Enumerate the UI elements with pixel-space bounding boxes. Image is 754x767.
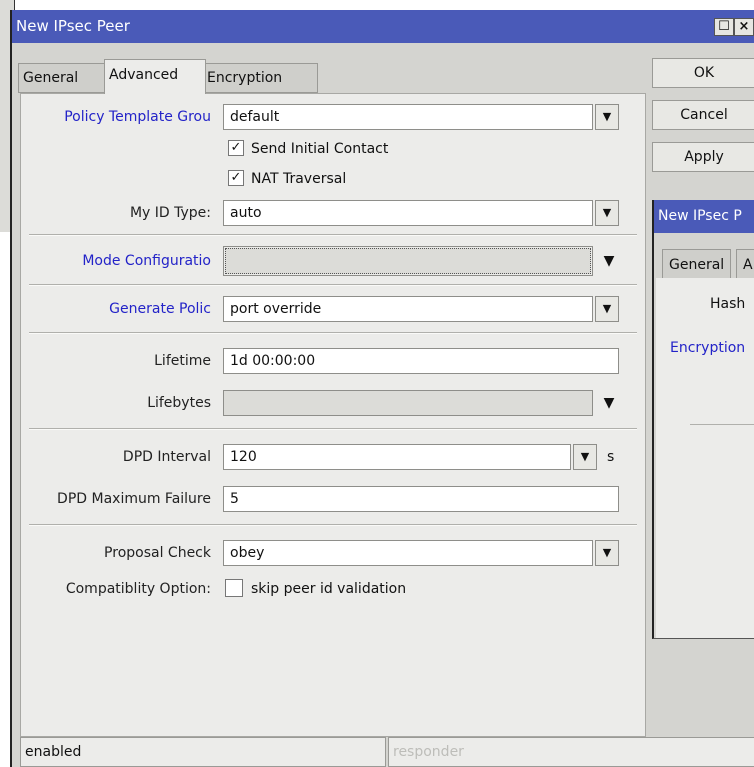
dpd-interval-field[interactable]: 120 xyxy=(223,444,571,470)
second-window-panel: Hash Encryption D xyxy=(656,278,754,638)
send-initial-contact-row: ✓ Send Initial Contact xyxy=(21,134,645,164)
second-window-titlebar[interactable]: New IPsec P xyxy=(654,200,754,233)
status-bar: enabled responder xyxy=(20,737,754,767)
policy-template-group-row: Policy Template Grou default ▼ xyxy=(21,102,645,132)
dpd-max-failures-label: DPD Maximum Failure xyxy=(57,491,211,507)
proposal-check-label: Proposal Check xyxy=(104,545,211,561)
dialog-titlebar[interactable]: New IPsec Peer ☐ × xyxy=(12,10,754,43)
tab-general[interactable]: General xyxy=(18,63,110,93)
generate-policy-label: Generate Polic xyxy=(109,301,211,317)
proposal-check-field[interactable]: obey xyxy=(223,540,593,566)
second-window-title: New IPsec P xyxy=(658,208,742,224)
separator xyxy=(29,428,637,430)
status-responder: responder xyxy=(388,737,754,767)
proposal-check-row: Proposal Check obey ▼ xyxy=(21,538,645,568)
tab-encryption[interactable]: Encryption xyxy=(202,63,318,93)
ok-button[interactable]: OK xyxy=(652,58,754,88)
status-enabled: enabled xyxy=(20,737,386,767)
skip-peer-id-validation-checkbox[interactable] xyxy=(225,579,243,597)
my-id-type-dropdown[interactable]: ▼ xyxy=(595,200,619,226)
close-button[interactable]: × xyxy=(734,18,754,36)
separator xyxy=(29,234,637,236)
dpd-max-failures-row: DPD Maximum Failure 5 xyxy=(21,484,645,514)
second-ipsec-window: New IPsec P General A Hash Encryption D xyxy=(652,200,754,639)
separator xyxy=(29,524,637,526)
lifebytes-field[interactable] xyxy=(223,390,593,416)
lifebytes-dropdown[interactable]: ▼ xyxy=(597,390,621,416)
encryption-label: Encryption xyxy=(670,340,746,356)
mode-configuration-field[interactable] xyxy=(223,246,593,276)
nat-traversal-checkbox[interactable]: ✓ xyxy=(228,170,244,186)
second-tab-advanced[interactable]: A xyxy=(736,249,754,281)
lifebytes-row: Lifebytes ▼ xyxy=(21,388,645,418)
second-tab-general[interactable]: General xyxy=(662,249,732,281)
dpd-interval-unit: s xyxy=(607,449,615,465)
generate-policy-field[interactable]: port override xyxy=(223,296,593,322)
proposal-check-dropdown[interactable]: ▼ xyxy=(595,540,619,566)
skip-peer-id-validation-label: skip peer id validation xyxy=(251,581,407,597)
ipsec-peer-dialog: New IPsec Peer ☐ × General Advanced Encr… xyxy=(10,10,754,767)
lifetime-field[interactable]: 1d 00:00:00 xyxy=(223,348,619,374)
policy-template-group-dropdown[interactable]: ▼ xyxy=(595,104,619,130)
compatibility-options-label: Compatiblity Option: xyxy=(65,581,211,597)
mode-configuration-dropdown[interactable]: ▼ xyxy=(597,248,621,274)
separator xyxy=(29,284,637,286)
dpd-interval-label: DPD Interval xyxy=(122,449,211,465)
policy-template-group-field[interactable]: default xyxy=(223,104,593,130)
nat-traversal-row: ✓ NAT Traversal xyxy=(21,164,645,194)
mode-configuration-label: Mode Configuratio xyxy=(82,253,211,269)
dialog-title: New IPsec Peer xyxy=(16,17,130,35)
advanced-panel: Policy Template Grou default ▼ ✓ Send In… xyxy=(20,93,646,737)
tab-advanced[interactable]: Advanced xyxy=(104,59,206,94)
separator xyxy=(29,332,637,334)
hash-label: Hash xyxy=(710,296,746,312)
generate-policy-dropdown[interactable]: ▼ xyxy=(595,296,619,322)
cancel-button[interactable]: Cancel xyxy=(652,100,754,130)
nat-traversal-label: NAT Traversal xyxy=(251,171,347,187)
lifetime-row: Lifetime 1d 00:00:00 xyxy=(21,346,645,376)
separator xyxy=(690,424,754,425)
my-id-type-field[interactable]: auto xyxy=(223,200,593,226)
lifebytes-label: Lifebytes xyxy=(147,395,211,411)
generate-policy-row: Generate Polic port override ▼ xyxy=(21,294,645,324)
policy-template-group-label: Policy Template Grou xyxy=(64,109,211,125)
restore-button[interactable]: ☐ xyxy=(714,18,734,36)
dpd-max-failures-field[interactable]: 5 xyxy=(223,486,619,512)
send-initial-contact-checkbox[interactable]: ✓ xyxy=(228,140,244,156)
apply-button[interactable]: Apply xyxy=(652,142,754,172)
lifetime-label: Lifetime xyxy=(154,353,211,369)
my-id-type-label: My ID Type: xyxy=(129,205,211,221)
compatibility-options-row: Compatiblity Option: skip peer id valida… xyxy=(21,574,645,604)
dpd-interval-row: DPD Interval 120 ▼ s xyxy=(21,442,645,472)
my-id-type-row: My ID Type: auto ▼ xyxy=(21,198,645,228)
dpd-interval-dropdown[interactable]: ▼ xyxy=(573,444,597,470)
mode-configuration-row: Mode Configuratio ▼ xyxy=(21,246,645,276)
send-initial-contact-label: Send Initial Contact xyxy=(251,141,389,157)
